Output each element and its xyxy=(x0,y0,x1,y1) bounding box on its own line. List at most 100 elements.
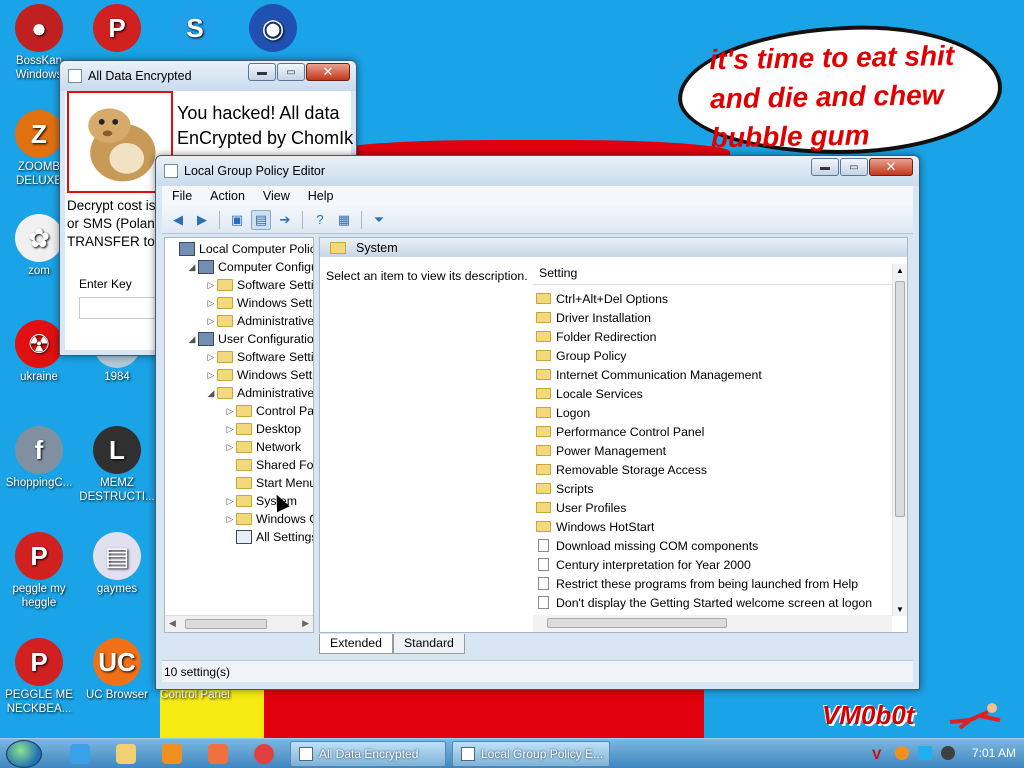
desktop-icon-uc-browser[interactable]: UC UC Browser xyxy=(78,638,156,702)
gpe-close-button[interactable]: ✕ xyxy=(869,158,913,176)
expand-toggle-icon[interactable]: ▷ xyxy=(205,298,217,309)
list-item[interactable]: Restrict these programs from being launc… xyxy=(533,574,893,593)
list-item[interactable]: Download missing COM components xyxy=(533,536,893,555)
tree-node[interactable]: ◢ Administrative Te xyxy=(205,384,313,402)
menu-view[interactable]: View xyxy=(263,189,290,203)
scroll-up-arrow[interactable]: ▲ xyxy=(896,266,904,275)
settings-vertical-scrollbar[interactable]: ▲ ▼ xyxy=(892,264,907,616)
desktop-icon-peggle-neckbeard[interactable]: P PEGGLE ME NECKBEA... xyxy=(0,638,78,716)
expand-toggle-icon[interactable]: ▷ xyxy=(224,406,236,417)
column-header-setting[interactable]: Setting xyxy=(533,261,892,285)
settings-vscroll-thumb[interactable] xyxy=(895,281,905,517)
gpe-minimize-button[interactable]: ▬ xyxy=(811,158,839,176)
list-item[interactable]: Power Management xyxy=(533,441,893,460)
expand-toggle-icon[interactable]: ◢ xyxy=(205,388,217,399)
export-list-icon[interactable]: ➔ xyxy=(275,210,295,230)
expand-toggle-icon[interactable]: ▷ xyxy=(224,442,236,453)
gpe-window[interactable]: Local Group Policy Editor ▬ ▭ ✕ File Act… xyxy=(155,155,920,690)
menu-file[interactable]: File xyxy=(172,189,192,203)
tree-node[interactable]: Start Menu ar xyxy=(224,474,313,492)
tree-horizontal-scrollbar[interactable]: ◀ ▶ xyxy=(165,615,313,632)
tree-node[interactable]: Shared Folder xyxy=(224,456,313,474)
tree-node[interactable]: ▷ Software Settings xyxy=(205,276,313,294)
expand-toggle-icon[interactable]: ◢ xyxy=(186,334,198,345)
media-player-icon[interactable] xyxy=(162,744,182,764)
taskbar-button-ransom[interactable]: All Data Encrypted xyxy=(290,741,446,767)
scroll-down-arrow[interactable]: ▼ xyxy=(896,605,904,614)
list-item[interactable]: Removable Storage Access xyxy=(533,460,893,479)
menu-action[interactable]: Action xyxy=(210,189,245,203)
menu-help[interactable]: Help xyxy=(308,189,334,203)
taskbar-button-gpe[interactable]: Local Group Policy E... xyxy=(452,741,610,767)
minimize-button[interactable]: ▬ xyxy=(248,63,276,81)
tree-node[interactable]: ▷ Windows Cor xyxy=(224,510,313,528)
list-item[interactable]: Internet Communication Management xyxy=(533,365,893,384)
speaker-tray-icon[interactable] xyxy=(940,746,955,760)
list-item[interactable]: Driver Installation xyxy=(533,308,893,327)
desktop-icon-memz[interactable]: L MEMZ DESTRUCTI... xyxy=(78,426,156,504)
tree-node[interactable]: ◢ Computer Configura xyxy=(186,258,313,276)
explorer-icon[interactable] xyxy=(116,744,136,764)
expand-toggle-icon[interactable]: ▷ xyxy=(205,280,217,291)
expand-toggle-icon[interactable]: ▷ xyxy=(205,370,217,381)
tree-node[interactable]: ▷ Windows Setting xyxy=(205,294,313,312)
list-item[interactable]: Ctrl+Alt+Del Options xyxy=(533,289,893,308)
back-icon[interactable]: ◀ xyxy=(168,210,188,230)
tree-node[interactable]: ▷ Network xyxy=(224,438,302,456)
scroll-right-arrow[interactable]: ▶ xyxy=(302,618,309,629)
tree-node[interactable]: ▷ Administrative Te xyxy=(205,312,313,330)
desktop-icon-gaymes[interactable]: ▤ gaymes xyxy=(78,532,156,596)
list-item[interactable]: Locale Services xyxy=(533,384,893,403)
properties-icon[interactable]: ▦ xyxy=(334,210,354,230)
list-item[interactable]: Logon xyxy=(533,403,893,422)
show-hide-tree-icon[interactable]: ▤ xyxy=(251,209,271,230)
tree-node[interactable]: ▷ Desktop xyxy=(224,420,302,438)
scroll-left-arrow[interactable]: ◀ xyxy=(169,618,176,629)
v-tray-icon[interactable]: V xyxy=(872,746,886,762)
forward-icon[interactable]: ▶ xyxy=(192,210,212,230)
desktop-icon-skype[interactable]: S xyxy=(156,4,234,54)
gpe-titlebar[interactable]: Local Group Policy Editor ▬ ▭ ✕ xyxy=(156,156,919,186)
uc-browser-icon[interactable] xyxy=(208,744,228,764)
maximize-button[interactable]: ▭ xyxy=(277,63,305,81)
list-item[interactable]: User Profiles xyxy=(533,498,893,517)
chrome-icon[interactable] xyxy=(254,744,274,764)
close-button[interactable]: ✕ xyxy=(306,63,350,81)
list-item[interactable]: Group Policy xyxy=(533,346,893,365)
tree-node[interactable]: All Settings xyxy=(224,528,313,546)
ransom-titlebar[interactable]: All Data Encrypted ▬ ▭ ✕ xyxy=(60,61,356,91)
desktop-icon-peggle-1[interactable]: P xyxy=(78,4,156,54)
desktop-icon-peggle-my-heggle[interactable]: Ppeggle my heggle xyxy=(0,532,78,610)
ie-icon[interactable] xyxy=(70,744,90,764)
desktop-icon-shockwave[interactable]: f ShoppingC... xyxy=(0,426,78,490)
filter-icon[interactable]: ⏷ xyxy=(369,210,389,230)
list-item[interactable]: Windows HotStart xyxy=(533,517,893,536)
settings-horizontal-scrollbar[interactable] xyxy=(533,615,892,632)
tree-node[interactable]: ◢ User Configuration xyxy=(186,330,313,348)
expand-toggle-icon[interactable]: ▷ xyxy=(205,352,217,363)
clock[interactable]: 7:01 AM xyxy=(972,746,1016,760)
desktop-icon-browser[interactable]: ◉ xyxy=(234,4,312,54)
tree-scroll-thumb[interactable] xyxy=(185,619,267,629)
policy-tree[interactable]: Local Computer Policy◢Computer Configura… xyxy=(164,237,314,633)
list-item[interactable]: Scripts xyxy=(533,479,893,498)
list-item[interactable]: Folder Redirection xyxy=(533,327,893,346)
up-folder-icon[interactable]: ▣ xyxy=(227,210,247,230)
list-item[interactable]: Don't display the Getting Started welcom… xyxy=(533,593,893,612)
settings-hscroll-thumb[interactable] xyxy=(547,618,727,628)
search-tray-icon[interactable] xyxy=(894,746,909,760)
list-item[interactable]: Century interpretation for Year 2000 xyxy=(533,555,893,574)
expand-toggle-icon[interactable]: ▷ xyxy=(205,316,217,327)
start-button[interactable] xyxy=(6,740,42,768)
gpe-maximize-button[interactable]: ▭ xyxy=(840,158,868,176)
expand-toggle-icon[interactable]: ◢ xyxy=(186,262,198,273)
expand-toggle-icon[interactable]: ▷ xyxy=(224,424,236,435)
tree-node[interactable]: ▷ Control Panel xyxy=(224,402,313,420)
key-input[interactable] xyxy=(79,297,159,319)
tab-extended[interactable]: Extended xyxy=(319,634,393,654)
tree-node[interactable]: ▷ Windows Setting xyxy=(205,366,313,384)
monitor-tray-icon[interactable] xyxy=(917,746,932,760)
tab-standard[interactable]: Standard xyxy=(392,634,465,654)
expand-toggle-icon[interactable]: ▷ xyxy=(224,514,236,525)
expand-toggle-icon[interactable]: ▷ xyxy=(224,496,236,507)
